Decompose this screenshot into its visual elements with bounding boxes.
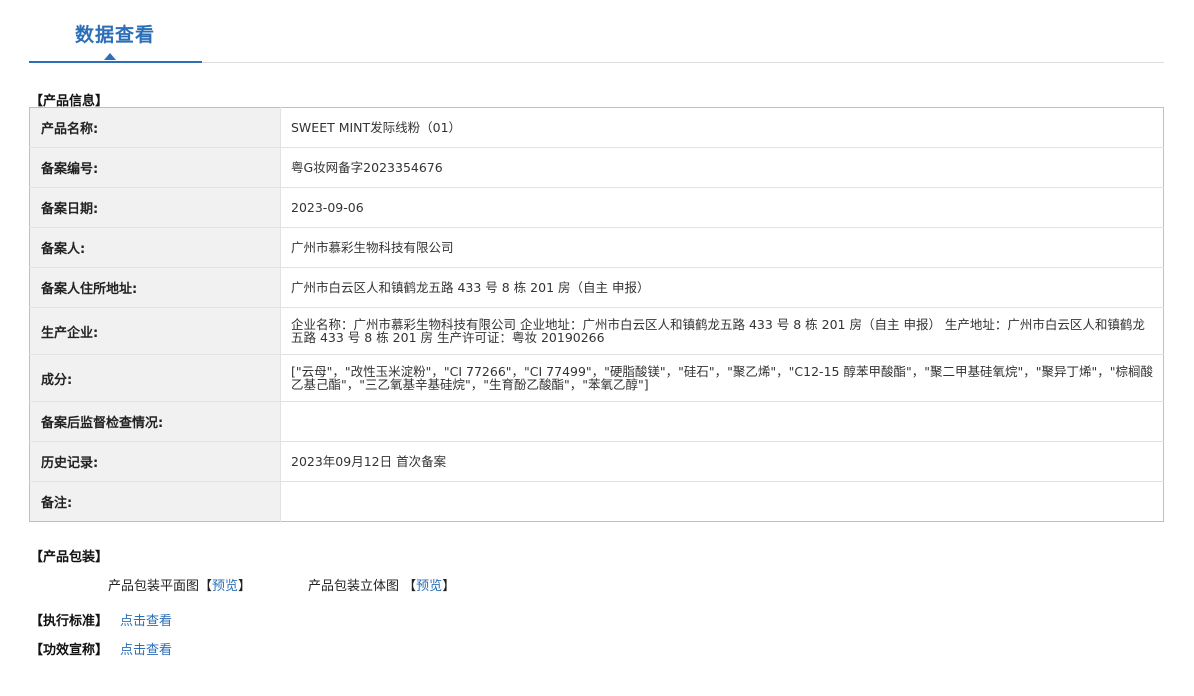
row-value <box>281 482 1164 522</box>
tab-title: 数据查看 <box>75 24 156 46</box>
bracket-close: 】 <box>442 579 456 594</box>
table-row: 备案后监督检查情况: <box>29 401 1164 442</box>
table-row: 备案日期: 2023-09-06 <box>29 187 1164 228</box>
product-info-table: 产品名称: SWEET MINT发际线粉（01） 备案编号: 粤G妆网备字202… <box>29 107 1164 522</box>
packaging-stereo-row: 产品包装立体图 【预览】 <box>308 575 455 594</box>
standard-row: 【执行标准】 点击查看 <box>30 610 172 629</box>
row-value: 广州市慕彩生物科技有限公司 <box>280 227 1164 268</box>
row-key: 历史记录: <box>29 441 281 482</box>
row-key: 备案人: <box>29 227 281 268</box>
table-row: 备案人住所地址: 广州市白云区人和镇鹤龙五路 433 号 8 栋 201 房（自… <box>29 267 1164 308</box>
row-key: 备案日期: <box>29 187 281 228</box>
row-key: 备案人住所地址: <box>29 267 281 308</box>
table-row: 生产企业: 企业名称：广州市慕彩生物科技有限公司 企业地址：广州市白云区人和镇鹤… <box>29 307 1164 355</box>
packaging-stereo-label: 产品包装立体图 <box>308 579 400 594</box>
row-key: 备案后监督检查情况: <box>29 401 281 442</box>
row-key: 成分: <box>29 354 281 402</box>
packaging-title: 【产品包装】 <box>30 550 109 565</box>
efficacy-row: 【功效宣称】 点击查看 <box>30 639 172 658</box>
bracket-open: 【 <box>403 579 417 594</box>
row-value: 粤G妆网备字2023354676 <box>280 147 1164 188</box>
table-row: 备案编号: 粤G妆网备字2023354676 <box>29 147 1164 188</box>
row-value: ["云母"，"改性玉米淀粉"，"CI 77266"，"CI 77499"，"硬脂… <box>280 354 1164 402</box>
tab-bar: 数据查看 <box>29 0 1164 63</box>
packaging-flat-label: 产品包装平面图 <box>108 579 200 594</box>
row-key: 生产企业: <box>29 307 281 355</box>
table-row: 备注: <box>29 481 1164 522</box>
row-value: 广州市白云区人和镇鹤龙五路 433 号 8 栋 201 房（自主 申报） <box>280 267 1164 308</box>
table-row: 备案人: 广州市慕彩生物科技有限公司 <box>29 227 1164 268</box>
bracket-open: 【 <box>199 579 213 594</box>
bracket-close: 】 <box>238 579 252 594</box>
table-row: 成分: ["云母"，"改性玉米淀粉"，"CI 77266"，"CI 77499"… <box>29 354 1164 402</box>
packaging-flat-preview-link[interactable]: 预览 <box>212 579 238 594</box>
row-key: 产品名称: <box>29 107 281 148</box>
standard-view-link[interactable]: 点击查看 <box>120 614 172 629</box>
packaging-flat-row: 产品包装平面图【预览】 <box>108 575 251 594</box>
row-value: 2023年09月12日 首次备案 <box>280 441 1164 482</box>
efficacy-view-link[interactable]: 点击查看 <box>120 643 172 658</box>
row-value <box>280 401 1164 442</box>
table-row: 历史记录: 2023年09月12日 首次备案 <box>29 441 1164 482</box>
table-row: 产品名称: SWEET MINT发际线粉（01） <box>29 107 1164 148</box>
caret-up-icon <box>104 53 116 60</box>
row-value: SWEET MINT发际线粉（01） <box>280 107 1164 148</box>
standard-label: 【执行标准】 <box>30 614 109 629</box>
packaging-stereo-preview-link[interactable]: 预览 <box>416 579 442 594</box>
row-value: 2023-09-06 <box>280 187 1164 228</box>
row-key: 备案编号: <box>29 147 281 188</box>
efficacy-label: 【功效宣称】 <box>30 643 109 658</box>
row-value: 企业名称：广州市慕彩生物科技有限公司 企业地址：广州市白云区人和镇鹤龙五路 43… <box>280 307 1164 355</box>
row-key: 备注: <box>29 481 281 522</box>
